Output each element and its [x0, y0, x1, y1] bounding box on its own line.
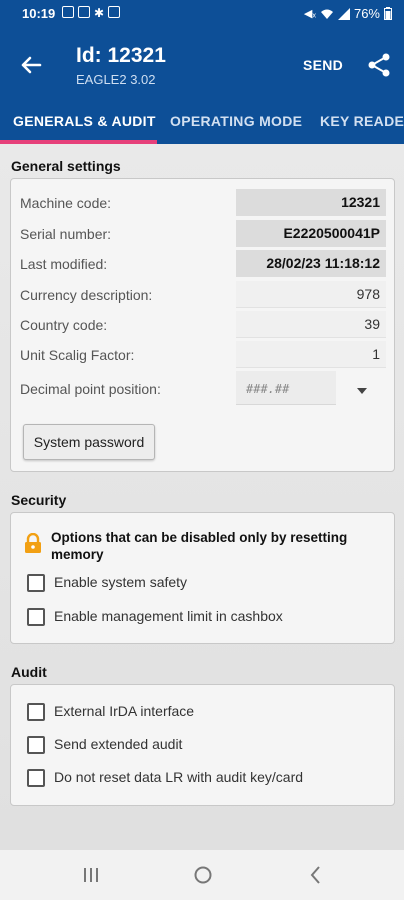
signal-icon [337, 7, 350, 20]
checkbox-label: Do not reset data LR with audit key/card [54, 769, 304, 785]
card-icon [108, 6, 121, 18]
security-card: Options that can be disabled only by res… [10, 512, 395, 644]
serial-number-label: Serial number: [20, 226, 112, 242]
recent-apps-icon[interactable] [79, 864, 103, 886]
country-code-field[interactable]: 39 [236, 311, 386, 338]
lock-icon [25, 533, 41, 553]
status-time: 10:19 [22, 6, 56, 21]
audit-card: External IrDA interface Send extended au… [10, 684, 395, 806]
device-subtitle: EAGLE2 3.02 [76, 72, 156, 87]
security-warning-text: Options that can be disabled only by res… [51, 530, 348, 562]
currency-description-label: Currency description: [20, 287, 153, 303]
decimal-point-label: Decimal point position: [20, 381, 161, 397]
dropdown-arrow-icon[interactable] [356, 385, 368, 397]
tab-key-reader[interactable]: KEY READER [320, 113, 404, 129]
settings-icon: ✱ [94, 6, 105, 20]
machine-code-label: Machine code: [20, 195, 112, 211]
checkbox-extended-audit[interactable] [27, 736, 45, 754]
general-settings-card: Machine code: 12321 Serial number: E2220… [10, 178, 395, 472]
checkbox-irda-interface[interactable] [27, 703, 45, 721]
checkbox-system-safety[interactable] [27, 574, 45, 592]
wifi-icon [320, 9, 333, 19]
unit-scaling-factor-field[interactable]: 1 [236, 341, 386, 368]
system-nav-bar [0, 850, 404, 900]
status-right-icons: ◀ₓ 76% [304, 6, 392, 21]
checkbox-no-reset-lr[interactable] [27, 769, 45, 787]
audit-title: Audit [11, 664, 47, 680]
app-bar: Id: 12321 EAGLE2 3.02 SEND [0, 28, 404, 100]
page-title: Id: 12321 [76, 44, 166, 67]
security-title: Security [11, 492, 67, 508]
serial-number-value: E2220500041P [236, 220, 386, 247]
decimal-point-select[interactable]: ###.## [236, 371, 336, 405]
send-button[interactable]: SEND [303, 57, 343, 73]
checkbox-label: Enable management limit in cashbox [54, 608, 283, 624]
checkbox-label: Enable system safety [54, 574, 188, 590]
share-icon[interactable] [366, 52, 392, 78]
checkbox-label: Send extended audit [54, 736, 183, 752]
checkbox-label: External IrDA interface [54, 703, 195, 719]
mail-icon [78, 6, 90, 18]
tab-bar: GENERALS & AUDIT OPERATING MODE KEY READ… [0, 100, 404, 144]
general-settings-title: General settings [11, 158, 121, 174]
last-modified-label: Last modified: [20, 256, 108, 272]
back-nav-icon[interactable] [304, 864, 328, 886]
battery-percent: 76% [353, 6, 380, 21]
security-warning: Options that can be disabled only by res… [24, 529, 384, 565]
checkbox-management-limit[interactable] [27, 608, 45, 626]
battery-icon [384, 7, 392, 20]
content-area: General settings Machine code: 12321 Ser… [0, 144, 404, 850]
currency-description-field[interactable]: 978 [236, 281, 386, 308]
tab-generals-audit[interactable]: GENERALS & AUDIT [13, 113, 156, 129]
status-bar: 10:19 ✱ ◀ₓ 76% [0, 0, 404, 28]
status-left-icons: ✱ [62, 6, 121, 20]
mute-icon: ◀ₓ [303, 8, 316, 20]
unit-scaling-factor-label: Unit Scalig Factor: [20, 347, 135, 363]
image-icon [62, 6, 74, 18]
home-icon[interactable] [191, 864, 215, 886]
tab-operating-mode[interactable]: OPERATING MODE [170, 113, 302, 129]
machine-code-value: 12321 [236, 189, 386, 216]
last-modified-value: 28/02/23 11:18:12 [236, 250, 386, 277]
system-password-button[interactable]: System password [23, 424, 155, 460]
arrow-back-icon[interactable] [14, 48, 48, 82]
country-code-label: Country code: [20, 317, 108, 333]
